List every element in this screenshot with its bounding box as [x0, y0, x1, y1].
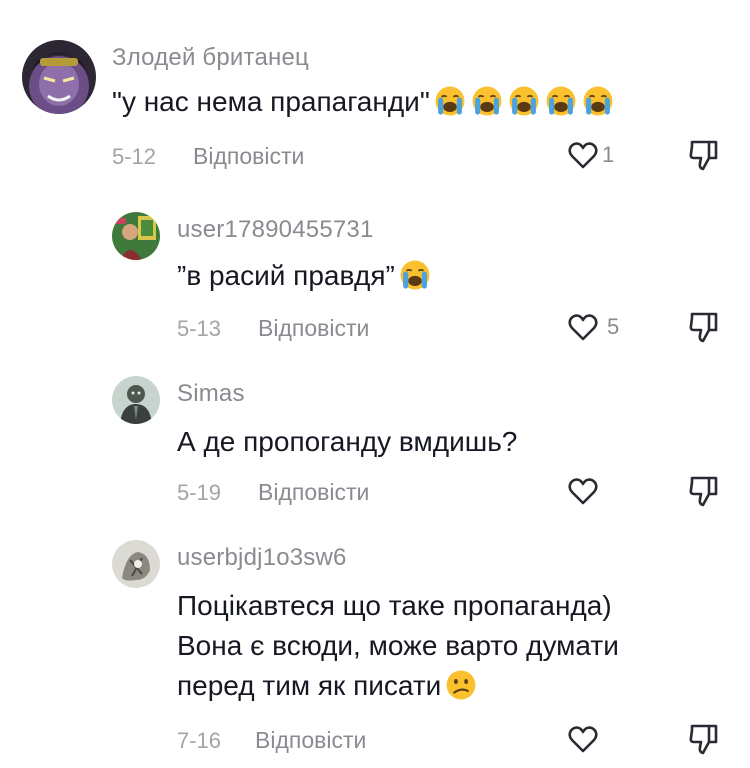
reply-button[interactable]: Відповісти: [255, 727, 366, 754]
loudly-crying-face-emoji: [581, 84, 615, 118]
avatar[interactable]: [112, 376, 160, 424]
thumbs-down-icon: [688, 722, 720, 756]
comment-date: 5-13: [177, 316, 222, 341]
avatar[interactable]: [22, 40, 96, 114]
like-button[interactable]: [567, 476, 602, 506]
reply-button[interactable]: Відповісти: [258, 479, 369, 506]
avatar[interactable]: [112, 540, 160, 588]
comment-item: user17890455731 ”в расий правдя” 5-13 Ві…: [0, 190, 750, 360]
comment-item: userbjdj1o3sw6 Поцікавтеся що таке пропа…: [0, 530, 750, 768]
loudly-crying-face-emoji: [470, 84, 504, 118]
heart-outline-icon: [567, 476, 599, 506]
comment-text: Поцікавтеся що таке пропаганда) Вона є в…: [177, 586, 619, 706]
comment-text-content: перед тим як писати: [177, 670, 442, 701]
like-button[interactable]: 5: [567, 312, 619, 342]
dislike-button[interactable]: [688, 138, 720, 172]
comment-date: 5-19: [177, 480, 222, 505]
dislike-button[interactable]: [688, 310, 720, 344]
heart-outline-icon: [567, 724, 599, 754]
heart-outline-icon: [567, 140, 599, 170]
like-button[interactable]: 1: [567, 140, 614, 170]
loudly-crying-face-emoji: [398, 258, 432, 292]
comment-username[interactable]: Simas: [177, 380, 245, 408]
like-count: 1: [602, 142, 615, 167]
thumbs-down-icon: [688, 310, 720, 344]
reply-button[interactable]: Відповісти: [193, 143, 304, 170]
comment-username[interactable]: Злодей британец: [112, 44, 309, 72]
like-button[interactable]: [567, 724, 602, 754]
comment-text-content: "у нас нема прапаганди": [112, 86, 430, 117]
confused-face-emoji: [444, 668, 478, 702]
comment-date: 5-12: [112, 144, 157, 169]
loudly-crying-face-emoji: [507, 84, 541, 118]
reply-button[interactable]: Відповісти: [258, 315, 369, 342]
comment-text: ”в расий правдя”: [177, 256, 432, 296]
loudly-crying-face-emoji: [544, 84, 578, 118]
loudly-crying-face-emoji: [433, 84, 467, 118]
comment-username[interactable]: userbjdj1o3sw6: [177, 544, 347, 572]
comment-text: А де пропоганду вмдишь?: [177, 426, 518, 457]
comment-text-content: ”в расий правдя”: [177, 260, 395, 291]
dislike-button[interactable]: [688, 474, 720, 508]
like-count: 5: [607, 314, 620, 339]
comment-text-line: Вона є всюди, може варто думати: [177, 630, 619, 661]
thumbs-down-icon: [688, 474, 720, 508]
comment-username[interactable]: user17890455731: [177, 216, 374, 244]
comment-text: "у нас нема прапаганди": [112, 82, 615, 122]
comment-text-line: Поцікавтеся що таке пропаганда): [177, 590, 612, 621]
heart-outline-icon: [567, 312, 599, 342]
thumbs-down-icon: [688, 138, 720, 172]
comment-date: 7-16: [177, 728, 222, 753]
comment-item: Злодей британец "у нас нема прапаганди" …: [0, 0, 750, 190]
dislike-button[interactable]: [688, 722, 720, 756]
comment-text-line-last: перед тим як писати: [177, 666, 619, 706]
avatar[interactable]: [112, 212, 160, 260]
comment-item: Simas А де пропоганду вмдишь? 5-19 Відпо…: [0, 360, 750, 530]
